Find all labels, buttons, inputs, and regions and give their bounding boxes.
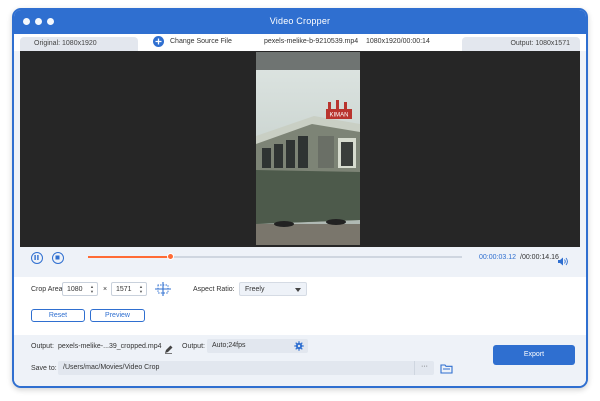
tram-sign-text: KIMAN [329,113,348,119]
save-path-value: /Users/mac/Movies/Video Crop [63,364,160,371]
output-size-label: Output: 1080x1571 [510,40,570,47]
volume-icon[interactable] [557,253,568,271]
gear-icon[interactable] [294,341,304,351]
source-file-meta: 1080x1920/00:00:14 [366,38,430,45]
file-info-bar: Original: 1080x1920 Change Source File p… [14,34,586,51]
save-path-field[interactable]: /Users/mac/Movies/Video Crop ··· [58,361,434,375]
video-cropper-window: Video Cropper Original: 1080x1920 Change… [12,8,588,388]
original-size-tab: Original: 1080x1920 [20,37,138,51]
chevron-down-icon [295,288,301,292]
current-time: 00:00:03.12 [479,254,516,261]
window-title: Video Cropper [269,16,331,26]
source-file-name: pexels-melike-b-9210539.mp4 [264,38,359,45]
crop-width-value: 1080 [67,286,83,293]
crop-height-stepper[interactable]: ▲ ▼ [138,284,144,294]
total-time: /00:00:14.16 [520,254,559,261]
browse-button[interactable]: ··· [414,361,434,375]
progress-fill [88,256,171,258]
reset-button[interactable]: Reset [31,309,85,322]
output-file-name: pexels-melike-...39_cropped.mp4 [58,343,162,350]
output-format-label: Output: [182,343,205,350]
playback-controls [14,247,586,277]
add-source-icon[interactable] [153,36,164,47]
crop-height-input[interactable]: 1571 ▲ ▼ [111,282,147,296]
stop-icon [55,255,60,260]
aspect-ratio-select[interactable]: Freely [239,282,307,296]
crop-times-sign: × [103,286,108,293]
change-source-button[interactable]: Change Source File [170,38,232,45]
output-file-label: Output: [31,343,54,350]
center-crop-icon[interactable] [154,281,172,302]
output-size-tab: Output: 1080x1571 [462,37,580,51]
crop-height-value: 1571 [116,286,132,293]
pause-icon [34,255,39,260]
save-to-label: Save to: [31,365,57,372]
pause-button[interactable] [31,252,43,264]
title-bar: Video Cropper [14,10,586,34]
output-format-value: Auto;24fps [212,342,246,349]
tram-image: KIMAN [256,52,360,245]
video-frame: KIMAN [256,52,360,245]
aspect-ratio-value: Freely [245,286,265,293]
preview-button[interactable]: Preview [90,309,145,322]
crop-area-label: Crop Area: [31,286,65,293]
export-button[interactable]: Export [493,345,575,365]
open-folder-icon[interactable] [440,361,453,379]
video-preview[interactable]: KIMAN [20,51,580,247]
crop-width-stepper[interactable]: ▲ ▼ [89,284,95,294]
original-size-label: Original: 1080x1920 [34,40,97,47]
progress-track[interactable] [88,253,462,260]
aspect-ratio-label: Aspect Ratio: [193,286,235,293]
output-format-field[interactable]: Auto;24fps [207,339,308,353]
crop-width-input[interactable]: 1080 ▲ ▼ [62,282,98,296]
stop-button[interactable] [52,252,64,264]
edit-name-icon[interactable] [164,341,173,359]
